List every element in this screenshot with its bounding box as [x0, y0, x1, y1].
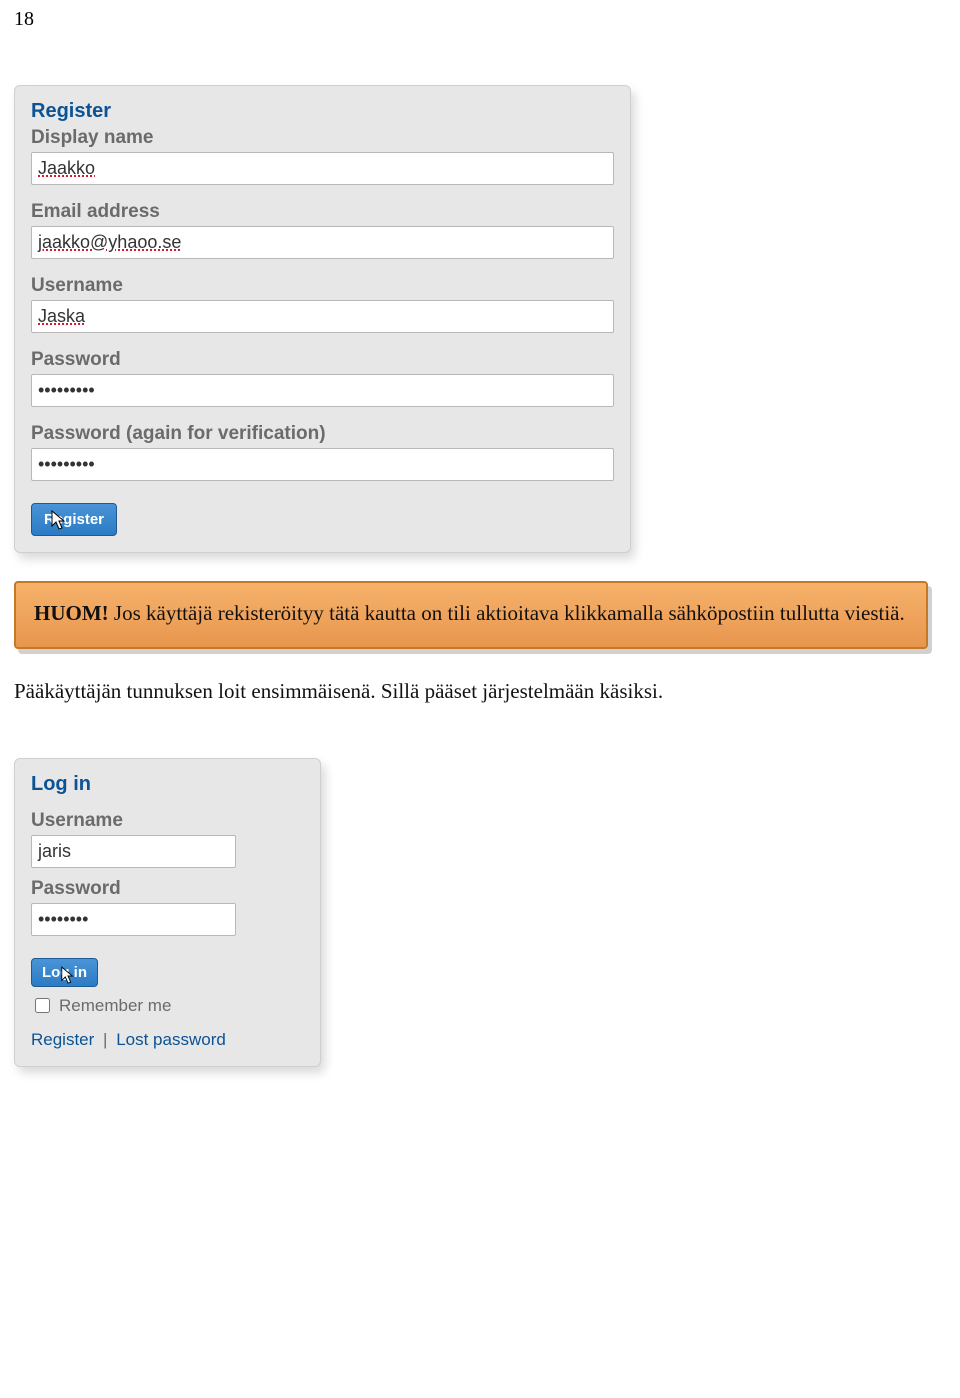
username-input[interactable]: Jaska: [31, 300, 614, 333]
login-password-input[interactable]: ••••••••: [31, 903, 236, 936]
login-button[interactable]: Log in: [31, 958, 98, 987]
note-lead: HUOM!: [34, 601, 109, 625]
note-box: HUOM! Jos käyttäjä rekisteröityy tätä ka…: [14, 581, 928, 649]
link-separator: |: [103, 1030, 107, 1049]
page-number: 18: [14, 8, 960, 31]
login-username-label: Username: [31, 810, 304, 832]
register-title: Register: [31, 100, 614, 123]
login-password-label: Password: [31, 878, 304, 900]
mid-paragraph: Pääkäyttäjän tunnuksen loit ensimmäisenä…: [14, 679, 946, 704]
username-label: Username: [31, 275, 614, 297]
password-input[interactable]: •••••••••: [31, 374, 614, 407]
login-panel: Log in Username jaris Password •••••••• …: [14, 758, 321, 1067]
display-name-label: Display name: [31, 127, 614, 149]
password2-input[interactable]: •••••••••: [31, 448, 614, 481]
login-title: Log in: [31, 773, 304, 796]
display-name-input[interactable]: Jaakko: [31, 152, 614, 185]
register-link[interactable]: Register: [31, 1030, 94, 1049]
remember-me-checkbox[interactable]: [35, 998, 50, 1013]
register-panel: Register Display name Jaakko Email addre…: [14, 85, 631, 553]
lost-password-link[interactable]: Lost password: [116, 1030, 226, 1049]
login-links: Register | Lost password: [31, 1030, 304, 1050]
remember-me-label: Remember me: [59, 996, 171, 1016]
login-username-input[interactable]: jaris: [31, 835, 236, 868]
note-body: Jos käyttäjä rekisteröityy tätä kautta o…: [109, 601, 905, 625]
register-button[interactable]: Register: [31, 503, 117, 536]
password2-label: Password (again for verification): [31, 423, 614, 445]
email-label: Email address: [31, 201, 614, 223]
email-input[interactable]: jaakko@yhaoo.se: [31, 226, 614, 259]
password-label: Password: [31, 349, 614, 371]
